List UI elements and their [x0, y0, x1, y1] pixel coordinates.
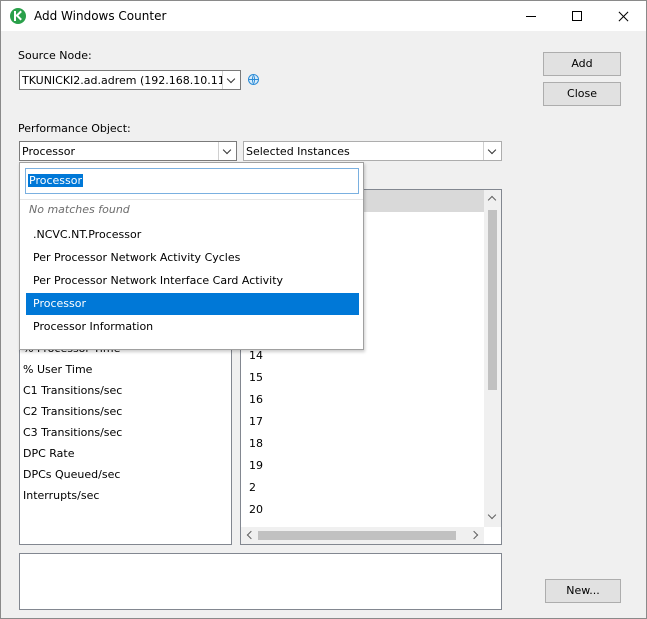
list-item[interactable]: 14	[249, 349, 263, 362]
list-item[interactable]: C1 Transitions/sec	[23, 384, 122, 397]
search-input-value: Processor	[28, 174, 83, 187]
divider	[20, 199, 363, 200]
chevron-down-icon[interactable]	[218, 142, 236, 160]
list-item[interactable]: Interrupts/sec	[23, 489, 99, 502]
window-title: Add Windows Counter	[34, 9, 167, 23]
dropdown-item[interactable]: Per Processor Network Interface Card Act…	[26, 270, 359, 292]
scroll-down-icon[interactable]	[487, 510, 497, 520]
list-item[interactable]: 18	[249, 437, 263, 450]
performance-object-combo[interactable]: Processor	[19, 141, 237, 161]
source-node-value: TKUNICKI2.ad.adrem (192.168.10.112)	[22, 74, 237, 87]
scroll-thumb[interactable]	[258, 531, 456, 540]
list-item[interactable]: 2	[249, 481, 256, 494]
list-item[interactable]: 19	[249, 459, 263, 472]
horizontal-scrollbar[interactable]	[241, 527, 484, 544]
close-window-icon[interactable]	[600, 1, 646, 31]
source-node-combo[interactable]: TKUNICKI2.ad.adrem (192.168.10.112)	[19, 70, 241, 90]
minimize-icon[interactable]	[508, 1, 554, 31]
list-item[interactable]: 17	[249, 415, 263, 428]
instances-combo-value: Selected Instances	[246, 145, 350, 158]
maximize-icon[interactable]	[554, 1, 600, 31]
dropdown-item[interactable]: .NCVC.NT.Processor	[26, 224, 359, 246]
list-item[interactable]: C2 Transitions/sec	[23, 405, 122, 418]
list-item[interactable]: 15	[249, 371, 263, 384]
globe-icon[interactable]	[248, 74, 259, 85]
dropdown-item[interactable]: Processor Information	[26, 316, 359, 338]
no-matches-text: No matches found	[29, 203, 130, 216]
performance-object-label: Performance Object:	[18, 122, 131, 135]
instances-combo[interactable]: Selected Instances	[243, 141, 502, 161]
dropdown-search-input[interactable]: Processor	[25, 168, 359, 194]
list-item[interactable]: 20	[249, 503, 263, 516]
scroll-up-icon[interactable]	[487, 195, 497, 205]
performance-object-value: Processor	[22, 145, 75, 158]
dropdown-item[interactable]: Per Processor Network Activity Cycles	[26, 247, 359, 269]
chevron-down-icon[interactable]	[222, 71, 240, 89]
list-item[interactable]: DPCs Queued/sec	[23, 468, 120, 481]
source-node-label: Source Node:	[18, 49, 92, 62]
add-windows-counter-dialog: Add Windows Counter Source Node: TKUNICK…	[0, 0, 647, 619]
add-button[interactable]: Add	[543, 52, 621, 76]
list-item[interactable]: C3 Transitions/sec	[23, 426, 122, 439]
scroll-left-icon[interactable]	[246, 530, 256, 540]
counter-description-box	[19, 553, 502, 610]
list-item[interactable]: DPC Rate	[23, 447, 75, 460]
list-item[interactable]: % User Time	[23, 363, 92, 376]
chevron-down-icon[interactable]	[483, 142, 501, 160]
close-button[interactable]: Close	[543, 82, 621, 106]
list-item[interactable]: 16	[249, 393, 263, 406]
scroll-thumb[interactable]	[488, 210, 497, 390]
app-logo-icon	[10, 8, 26, 24]
dropdown-item-selected[interactable]: Processor	[26, 293, 359, 315]
title-bar: Add Windows Counter	[1, 1, 646, 31]
scroll-right-icon[interactable]	[469, 530, 479, 540]
performance-object-dropdown: Processor No matches found .NCVC.NT.Proc…	[19, 162, 364, 350]
new-button[interactable]: New...	[545, 579, 621, 603]
vertical-scrollbar[interactable]	[484, 190, 501, 527]
